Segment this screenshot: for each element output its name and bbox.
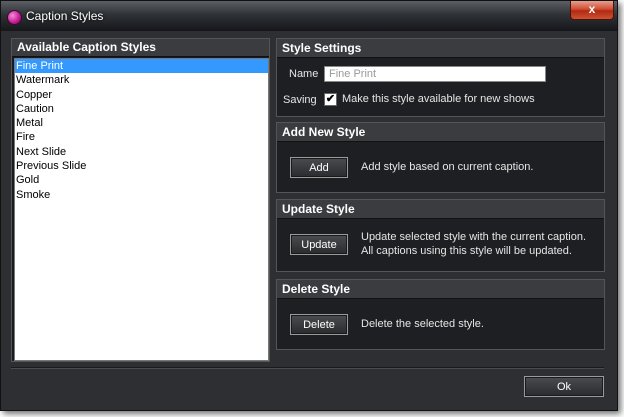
- ok-button[interactable]: Ok: [524, 376, 604, 397]
- name-label: Name: [289, 68, 319, 80]
- list-item-copper[interactable]: Copper: [15, 88, 268, 102]
- delete-description: Delete the selected style.: [361, 318, 484, 330]
- title-bar[interactable]: Caption Styles x: [1, 1, 617, 31]
- add-new-style-header: Add New Style: [277, 123, 604, 142]
- delete-style-group: Delete Style Delete Delete the selected …: [276, 279, 605, 350]
- update-description-line2: All captions using this style will be up…: [361, 245, 572, 257]
- saving-checkbox[interactable]: ✔: [324, 93, 337, 106]
- saving-label: Saving: [283, 94, 317, 106]
- update-style-group: Update Style Update Update selected styl…: [276, 199, 605, 272]
- list-item-fine-print[interactable]: Fine Print: [15, 59, 268, 74]
- caption-styles-window: Caption Styles x Available Caption Style…: [0, 0, 618, 411]
- delete-style-header: Delete Style: [277, 280, 604, 299]
- list-item-caution[interactable]: Caution: [15, 102, 268, 116]
- available-styles-panel: Available Caption Styles Fine Print Wate…: [11, 38, 270, 362]
- list-item-smoke[interactable]: Smoke: [15, 188, 268, 202]
- checkmark-icon: ✔: [325, 93, 336, 105]
- list-item-previous-slide[interactable]: Previous Slide: [15, 159, 268, 173]
- caption-app-icon: [7, 10, 22, 25]
- list-item-next-slide[interactable]: Next Slide: [15, 145, 268, 159]
- style-name-input[interactable]: [324, 66, 546, 82]
- close-button[interactable]: x: [570, 1, 614, 20]
- footer-divider: [11, 367, 604, 369]
- saving-option-text: Make this style available for new shows: [342, 93, 535, 105]
- style-settings-group: Style Settings Name Saving ✔ Make this s…: [276, 38, 605, 117]
- add-new-style-group: Add New Style Add Add style based on cur…: [276, 122, 605, 193]
- list-item-watermark[interactable]: Watermark: [15, 73, 268, 87]
- add-button[interactable]: Add: [290, 157, 348, 178]
- update-button[interactable]: Update: [290, 234, 348, 255]
- update-description-line1: Update selected style with the current c…: [361, 231, 587, 243]
- add-description: Add style based on current caption.: [361, 161, 534, 173]
- list-item-fire[interactable]: Fire: [15, 130, 268, 144]
- available-styles-header: Available Caption Styles: [12, 39, 269, 57]
- style-settings-header: Style Settings: [277, 39, 604, 58]
- delete-button[interactable]: Delete: [290, 314, 348, 335]
- list-item-metal[interactable]: Metal: [15, 116, 268, 130]
- list-item-gold[interactable]: Gold: [15, 173, 268, 187]
- styles-list[interactable]: Fine Print Watermark Copper Caution Meta…: [14, 58, 269, 361]
- update-style-header: Update Style: [277, 200, 604, 219]
- window-title: Caption Styles: [26, 9, 104, 23]
